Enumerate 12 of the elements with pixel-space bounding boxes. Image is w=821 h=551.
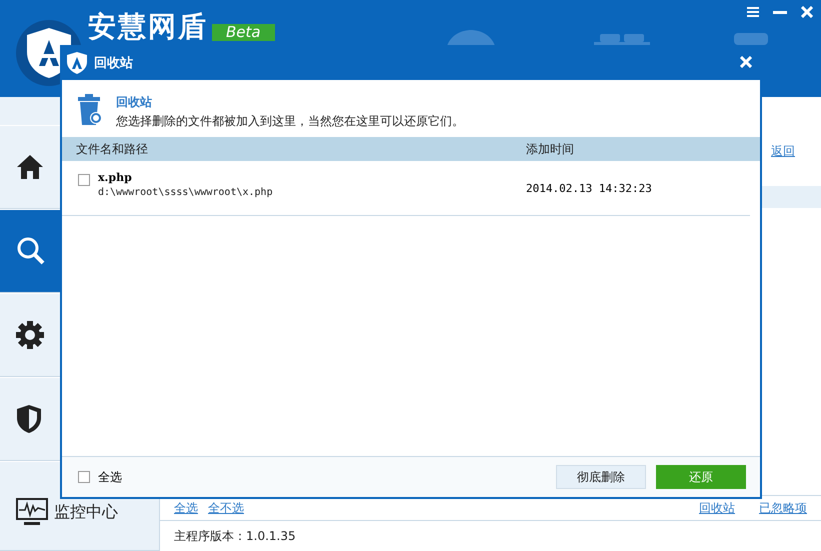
column-header: 文件名和路径 <box>75 140 149 158</box>
version-text: 主程序版本：1.0.1.35 <box>173 528 297 544</box>
dialog-heading: 回收站 <box>116 94 153 111</box>
dialog-description: 您选择删除的文件都被加入到这里，当然您在这里可以还原它们。 <box>116 113 464 130</box>
file-path: d:\wwwroot\ssss\wwwroot\x.php <box>98 187 273 198</box>
added-time: 2014.02.13 14:32:23 <box>526 181 652 197</box>
app-title: 安慧网盾 <box>88 10 208 44</box>
column-header: 添加时间 <box>526 140 574 158</box>
select-all-label: 全选 <box>98 468 122 486</box>
file-name: x.php <box>98 171 133 184</box>
dialog-title: 回收站 <box>94 54 133 72</box>
beta-badge: Beta <box>212 24 275 41</box>
